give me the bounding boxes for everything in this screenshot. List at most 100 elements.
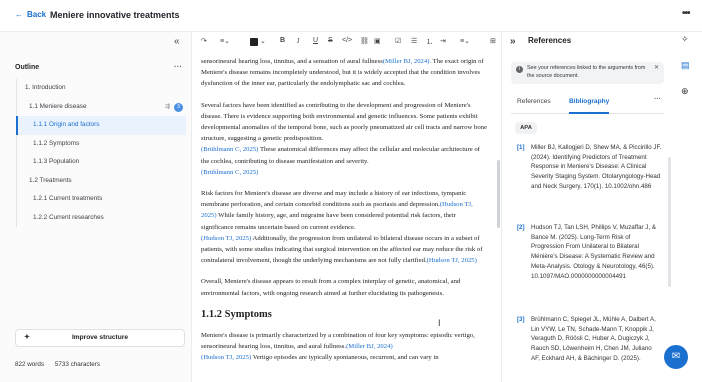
outline-item-meniere-disease[interactable]: 1.1 Meniere disease ⇶ 3 [17, 98, 186, 117]
info-icon: i [516, 66, 523, 73]
paragraph-text: Several factors have been identified as … [201, 101, 487, 143]
citation-entry[interactable]: [2] Hudson TJ, Tan LSH, Phillips V, Muza… [517, 223, 662, 281]
improve-structure-label: Improve structure [71, 334, 129, 341]
checklist-icon[interactable]: ☑ [395, 37, 401, 45]
outline-item-label: 1.1 Meniere disease [29, 102, 87, 110]
tab-references[interactable]: References [517, 98, 551, 114]
outline-sidebar: « Outline ··· 1. Introduction 1.1 Menier… [0, 32, 192, 382]
book-icon[interactable]: ▤ [681, 60, 690, 71]
document-content[interactable]: sensorineural hearing loss, tinnitus, an… [201, 56, 487, 374]
paragraph: Risk factors for Meniere's disease are d… [201, 188, 487, 266]
improve-structure-button[interactable]: ✦ Improve structure [15, 329, 185, 347]
citation-entry[interactable]: [1] Miller BJ, Kallogjeri D, Shew MA, & … [517, 143, 662, 192]
paragraph-text: Vertigo episodes are typically spontaneo… [251, 354, 439, 362]
paragraph-text: While family history, age, and migraine … [201, 212, 456, 231]
table-icon[interactable]: ⊞ [490, 37, 496, 45]
citation-text: Hudson TJ, Tan LSH, Phillips V, Muzaffar… [531, 224, 656, 280]
text-color-swatch[interactable] [250, 38, 258, 46]
outline-item-label: 1.2.1 Current treatments [33, 195, 103, 202]
tabs-more-icon[interactable]: ··· [654, 96, 661, 103]
chevron-down-icon[interactable]: ⌄ [260, 37, 266, 45]
paragraph-align-icon[interactable]: ≡⌄ [460, 37, 470, 45]
references-title: References [528, 36, 572, 45]
image-icon[interactable]: ▣ [374, 37, 381, 45]
notice-text: See your references linked to the argume… [527, 65, 646, 79]
citation-link[interactable]: (Hudson TJ, 2025) [201, 354, 251, 361]
outline-item-current-researches[interactable]: 1.2.2 Current researches [17, 209, 186, 228]
chat-bubble-button[interactable]: ✉ [664, 345, 688, 369]
citation-number: [1] [517, 144, 525, 151]
character-count: 5733 characters [54, 361, 100, 368]
count-badge: 3 [174, 102, 183, 112]
outline-item-label: 1.1.3 Population [33, 158, 80, 165]
section-heading: 1.1.2 Symptoms [201, 308, 272, 320]
citation-link[interactable]: (Brühlmann C, 2025) [201, 146, 258, 153]
outline-tree: 1. Introduction 1.1 Meniere disease ⇶ 3 … [16, 79, 186, 227]
outline-item-population[interactable]: 1.1.3 Population [17, 153, 186, 172]
document-title: Meniere innovative treatments [50, 10, 180, 20]
right-rail: ✧ ▤ ⊕ [672, 32, 702, 382]
redo-icon[interactable]: ↷ [201, 37, 207, 45]
references-panel: » References i See your references linke… [501, 32, 671, 382]
text-cursor-icon: I [438, 318, 441, 328]
citation-number: [2] [517, 224, 525, 231]
comment-add-icon[interactable]: ⊕ [681, 86, 689, 97]
editor-pane: ↷ ≡⌄ ⌄ B I U S </> ⛓ ▣ ☑ ☰ ⒈ ⇥ ≡⌄ ⊞ sens… [193, 32, 500, 382]
underline-icon[interactable]: U [313, 37, 318, 44]
citation-text: Miller BJ, Kallogjeri D, Shew MA, & Picc… [531, 144, 662, 190]
paragraph: Several factors have been identified as … [201, 100, 487, 178]
references-scrollbar[interactable] [668, 157, 671, 287]
word-count: 822 words [15, 361, 45, 368]
citation-link[interactable]: (Hudson TJ, 2025) [201, 235, 251, 242]
citation-link[interactable]: (Hudson TJ, 2025) [427, 257, 477, 264]
citation-link[interactable]: (Miller BJ, 2024) [346, 343, 393, 350]
paragraph-text: Overall, Meniere's disease appears to re… [201, 278, 461, 297]
numbered-list-icon[interactable]: ⒈ [426, 37, 433, 47]
outline-label: Outline [15, 64, 40, 71]
back-label: Back [27, 10, 47, 19]
references-tabs: References Bibliography [511, 98, 664, 114]
document-stats: 822 words 5733 characters [15, 361, 109, 368]
collapse-sidebar-icon[interactable]: « [174, 36, 180, 47]
outline-item-introduction[interactable]: 1. Introduction [17, 79, 186, 98]
list-tools-icon[interactable]: ⇶ [165, 98, 170, 117]
citation-link[interactable]: (Miller BJ, 2024). [383, 58, 431, 65]
info-notice: i See your references linked to the argu… [511, 62, 664, 84]
citation-number: [3] [517, 316, 525, 323]
close-icon[interactable]: ✕ [654, 65, 659, 73]
outline-item-treatments[interactable]: 1.2 Treatments [17, 172, 186, 191]
outline-more-icon[interactable]: ··· [174, 62, 182, 71]
outline-item-label: 1. Introduction [25, 84, 66, 91]
editor-scrollbar[interactable] [497, 160, 500, 228]
chat-icon: ✉ [671, 351, 681, 362]
paragraph-text: Meniere's disease is primarily character… [201, 332, 475, 351]
formatting-toolbar: ↷ ≡⌄ ⌄ B I U S </> ⛓ ▣ ☑ ☰ ⒈ ⇥ ≡⌄ ⊞ [193, 32, 500, 52]
outline-item-symptoms[interactable]: 1.1.2 Symptoms [17, 135, 186, 154]
tab-bibliography[interactable]: Bibliography [569, 98, 610, 114]
strikethrough-icon[interactable]: S [328, 37, 333, 44]
citation-entry[interactable]: [3] Brühlmann C, Spiegel JL, Mühle A, Da… [517, 315, 662, 364]
citation-style-chip[interactable]: APA [515, 122, 537, 134]
indent-icon[interactable]: ⇥ [440, 37, 446, 45]
back-button[interactable]: ← Back [15, 10, 46, 19]
code-icon[interactable]: </> [342, 37, 352, 44]
more-options-icon[interactable]: ••• [682, 8, 690, 19]
align-dropdown-icon[interactable]: ≡⌄ [220, 37, 230, 45]
paragraph: sensorineural hearing loss, tinnitus, an… [201, 56, 487, 90]
collapse-panel-icon[interactable]: » [510, 36, 516, 47]
paragraph: Overall, Meniere's disease appears to re… [201, 276, 487, 298]
outline-item-label: 1.1.1 Origin and factors [33, 121, 100, 128]
ai-sparkle-icon[interactable]: ✧ [681, 34, 689, 45]
citation-link[interactable]: (Brühlmann C, 2025) [201, 169, 258, 176]
outline-item-current-treatments[interactable]: 1.2.1 Current treatments [17, 190, 186, 209]
bullet-list-icon[interactable]: ☰ [411, 37, 417, 45]
outline-item-label: 1.2 Treatments [29, 176, 72, 184]
paragraph: Meniere's disease is primarily character… [201, 330, 487, 364]
bold-icon[interactable]: B [280, 37, 285, 44]
link-icon[interactable]: ⛓ [360, 37, 369, 45]
italic-icon[interactable]: I [297, 37, 299, 45]
outline-item-origin-factors[interactable]: 1.1.1 Origin and factors [16, 116, 186, 135]
citation-text: Brühlmann C, Spiegel JL, Mühle A, Dalber… [531, 316, 656, 362]
sparkle-icon: ✦ [24, 334, 30, 341]
paragraph-text: sensorineural hearing loss, tinnitus, an… [201, 58, 383, 65]
